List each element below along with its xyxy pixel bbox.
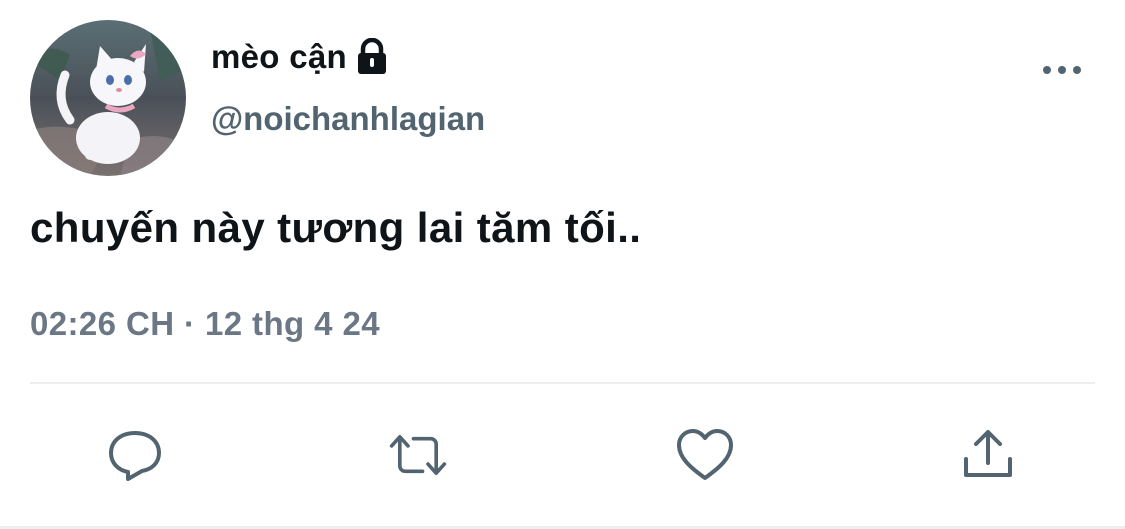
more-icon[interactable] xyxy=(1040,58,1084,82)
retweet-button[interactable] xyxy=(388,425,448,485)
reply-icon xyxy=(109,431,161,481)
share-button[interactable] xyxy=(958,425,1018,485)
avatar[interactable] xyxy=(30,20,186,176)
retweet-icon xyxy=(389,435,447,475)
like-button[interactable] xyxy=(675,425,735,485)
tweet-text: chuyến này tương lai tăm tối.. xyxy=(30,204,642,251)
display-name[interactable]: mèo cận xyxy=(211,38,347,76)
tweet-timestamp[interactable]: 02:26 CH · 12 thg 4 24 xyxy=(30,305,380,343)
tweet-time[interactable]: 02:26 CH xyxy=(30,305,174,342)
lock-icon xyxy=(355,37,389,76)
meta-separator: · xyxy=(184,305,196,342)
reply-button[interactable] xyxy=(105,425,165,485)
user-handle[interactable]: @noichanhlagian xyxy=(211,100,485,138)
tweet-date[interactable]: 12 thg 4 24 xyxy=(205,305,380,342)
share-icon xyxy=(964,430,1012,477)
avatar-image xyxy=(30,20,186,176)
display-name-row[interactable]: mèo cận xyxy=(211,37,389,76)
like-icon xyxy=(677,429,733,480)
divider xyxy=(30,382,1095,384)
